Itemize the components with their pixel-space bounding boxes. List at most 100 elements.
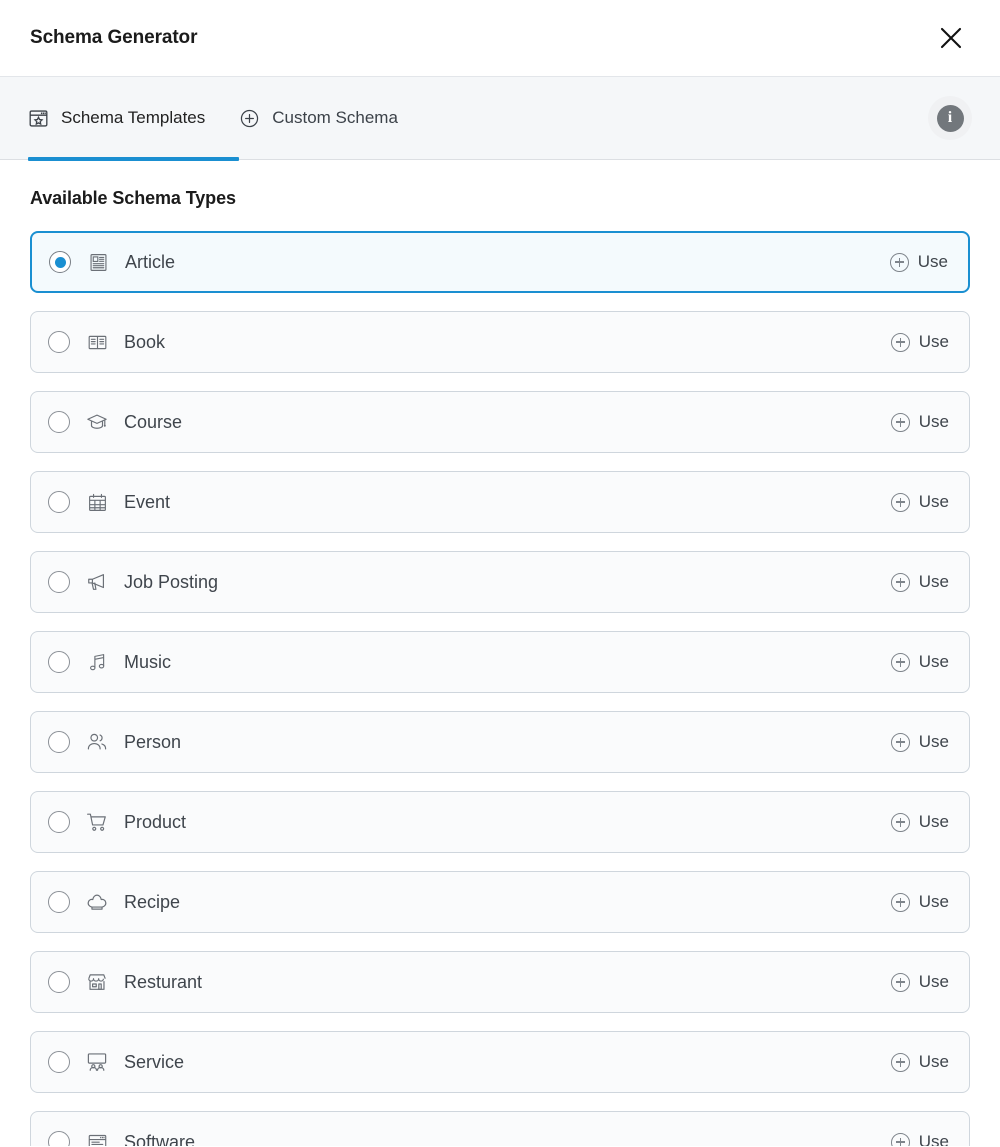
close-icon <box>937 24 965 52</box>
schema-row-label: Event <box>124 491 171 512</box>
use-label: Use <box>918 1052 949 1071</box>
megaphone-icon <box>86 571 108 593</box>
use-label: Use <box>918 492 949 511</box>
article-icon <box>87 251 109 273</box>
use-label: Use <box>918 812 949 831</box>
schema-row-event[interactable]: Event Use <box>30 471 970 533</box>
schema-row-person[interactable]: Person Use <box>30 711 970 773</box>
radio-service[interactable] <box>48 1051 70 1073</box>
plus-circle-icon <box>890 1052 910 1072</box>
chef-hat-icon <box>86 891 108 913</box>
use-button-music[interactable]: Use <box>890 652 949 672</box>
storefront-icon <box>86 971 108 993</box>
use-button-book[interactable]: Use <box>890 332 949 352</box>
use-button-service[interactable]: Use <box>890 1052 949 1072</box>
people-icon <box>86 731 108 753</box>
plus-circle-icon <box>239 108 260 129</box>
book-icon <box>86 331 108 353</box>
schema-row-service[interactable]: Service Use <box>30 1031 970 1093</box>
schema-row-book[interactable]: Book Use <box>30 311 970 373</box>
use-button-product[interactable]: Use <box>890 812 949 832</box>
close-button[interactable] <box>930 17 972 59</box>
schema-row-software[interactable]: Software Use <box>30 1111 970 1146</box>
schema-row-label: Book <box>124 331 166 352</box>
tab-label: Schema Templates <box>61 108 206 127</box>
use-button-event[interactable]: Use <box>890 492 949 512</box>
radio-product[interactable] <box>48 811 70 833</box>
tab-schema-templates[interactable]: Schema Templates <box>28 77 240 161</box>
main-content: Available Schema Types Article Use Book … <box>0 160 1000 1146</box>
schema-row-course[interactable]: Course Use <box>30 391 970 453</box>
radio-recipe[interactable] <box>48 891 70 913</box>
use-button-software[interactable]: Use <box>890 1132 949 1146</box>
schema-row-product[interactable]: Product Use <box>30 791 970 853</box>
use-label: Use <box>918 572 949 591</box>
tab-bar: Schema Templates Custom Schema i <box>0 77 1000 161</box>
radio-book[interactable] <box>48 331 70 353</box>
section-title: Available Schema Types <box>30 188 236 208</box>
plus-circle-icon <box>890 652 910 672</box>
presentation-icon <box>86 1051 108 1073</box>
schema-type-list: Article Use Book Use Course Use Event Us… <box>30 231 970 1146</box>
use-button-resturant[interactable]: Use <box>890 972 949 992</box>
schema-row-label: Course <box>124 411 183 432</box>
use-label: Use <box>918 732 949 751</box>
schema-row-label: Service <box>124 1051 185 1072</box>
info-icon: i <box>936 104 964 132</box>
use-label: Use <box>918 1132 949 1146</box>
use-button-person[interactable]: Use <box>890 732 949 752</box>
schema-row-label: Job Posting <box>124 571 219 592</box>
modal-header: Schema Generator <box>0 0 1000 77</box>
radio-person[interactable] <box>48 731 70 753</box>
tab-label: Custom Schema <box>272 108 398 127</box>
schema-row-resturant[interactable]: Resturant Use <box>30 951 970 1013</box>
schema-row-label: Software <box>124 1131 196 1147</box>
software-window-icon <box>86 1131 108 1146</box>
schema-row-music[interactable]: Music Use <box>30 631 970 693</box>
radio-music[interactable] <box>48 651 70 673</box>
graduation-cap-icon <box>86 411 108 433</box>
page-title: Schema Generator <box>30 27 198 48</box>
use-label: Use <box>918 652 949 671</box>
info-button[interactable]: i <box>928 96 972 140</box>
plus-circle-icon <box>890 972 910 992</box>
plus-circle-icon <box>890 812 910 832</box>
radio-event[interactable] <box>48 491 70 513</box>
plus-circle-icon <box>890 492 910 512</box>
radio-article[interactable] <box>49 251 71 273</box>
tab-custom-schema[interactable]: Custom Schema <box>222 77 415 160</box>
plus-circle-icon <box>890 412 910 432</box>
plus-circle-icon <box>890 1132 910 1146</box>
schema-row-label: Person <box>124 731 182 752</box>
use-button-recipe[interactable]: Use <box>890 892 949 912</box>
schema-row-job-posting[interactable]: Job Posting Use <box>30 551 970 613</box>
plus-circle-icon <box>889 252 909 272</box>
radio-software[interactable] <box>48 1131 70 1146</box>
schema-row-recipe[interactable]: Recipe Use <box>30 871 970 933</box>
calendar-icon <box>86 491 108 513</box>
use-label: Use <box>917 252 948 271</box>
use-button-course[interactable]: Use <box>890 412 949 432</box>
use-button-article[interactable]: Use <box>889 252 948 272</box>
plus-circle-icon <box>890 892 910 912</box>
use-label: Use <box>918 972 949 991</box>
plus-circle-icon <box>890 572 910 592</box>
schema-row-label: Recipe <box>124 891 181 912</box>
plus-circle-icon <box>890 332 910 352</box>
shopping-cart-icon <box>86 811 108 833</box>
schema-row-label: Article <box>125 251 176 272</box>
schema-row-article[interactable]: Article Use <box>30 231 970 293</box>
use-label: Use <box>918 332 949 351</box>
use-label: Use <box>918 892 949 911</box>
schema-row-label: Resturant <box>124 971 203 992</box>
use-button-job-posting[interactable]: Use <box>890 572 949 592</box>
use-label: Use <box>918 412 949 431</box>
radio-course[interactable] <box>48 411 70 433</box>
schema-row-label: Music <box>124 651 172 672</box>
radio-job-posting[interactable] <box>48 571 70 593</box>
plus-circle-icon <box>890 732 910 752</box>
radio-resturant[interactable] <box>48 971 70 993</box>
music-note-icon <box>86 651 108 673</box>
window-star-icon <box>28 108 49 129</box>
schema-row-label: Product <box>124 811 187 832</box>
